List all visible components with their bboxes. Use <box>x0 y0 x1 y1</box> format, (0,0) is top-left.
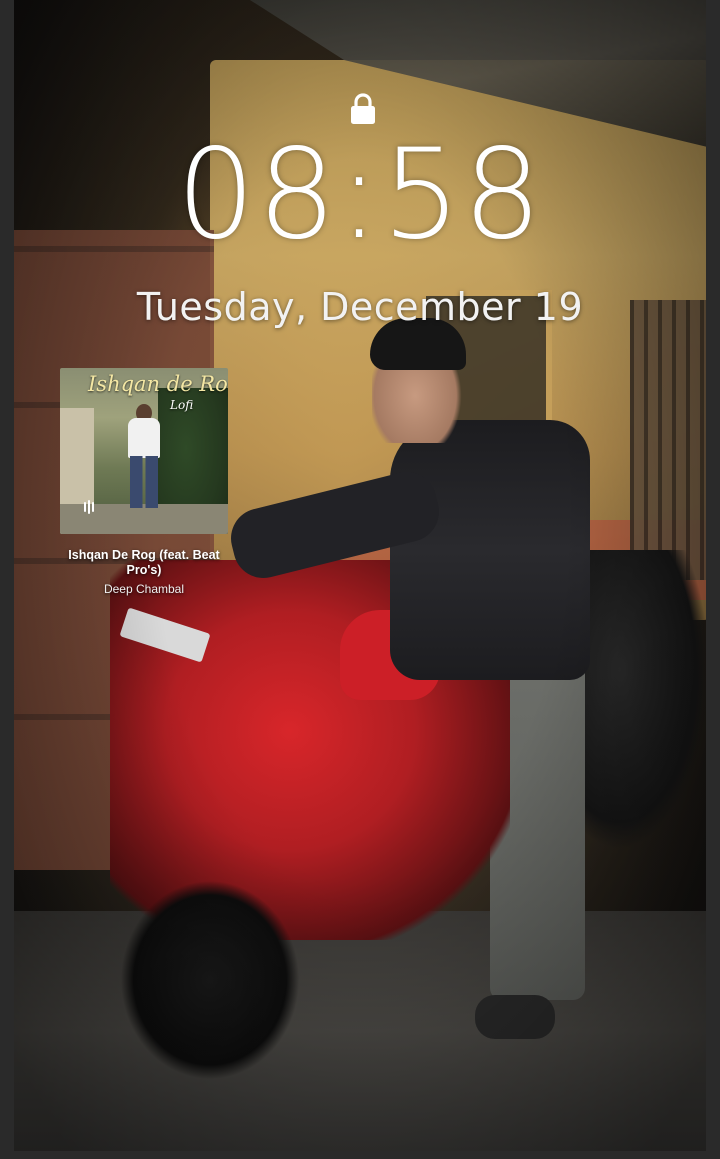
lockscreen-date: Tuesday, December 19 <box>136 285 584 329</box>
album-art[interactable]: Ishqan de Rog Lofi <box>60 368 228 534</box>
screen-border-bottom <box>0 1151 720 1159</box>
album-art-title: Ishqan de Rog <box>88 372 228 396</box>
album-art-subtitle: Lofi <box>170 398 194 412</box>
lock-icon <box>350 92 376 126</box>
wallpaper-rider-shoe <box>475 995 555 1039</box>
album-art-figure-legs <box>130 456 158 508</box>
wallpaper-ground <box>14 911 706 1151</box>
wallpaper-rider-torso <box>390 420 590 680</box>
track-title: Ishqan De Rog (feat. Beat Pro's) <box>68 548 220 577</box>
album-art-figure-shirt <box>128 418 160 458</box>
lock-screen: 08:58 Tuesday, December 19 Ishqan de Rog… <box>0 0 720 1159</box>
media-player-card[interactable]: Ishqan de Rog Lofi Ishqan De Rog (feat. … <box>58 368 230 596</box>
wallpaper-front-wheel <box>120 880 300 1080</box>
track-artist: Deep Chambal <box>103 582 185 596</box>
lockscreen-clock: 08:58 <box>176 123 544 267</box>
wallpaper-window-grill <box>630 300 710 580</box>
pause-icon[interactable] <box>82 498 98 514</box>
